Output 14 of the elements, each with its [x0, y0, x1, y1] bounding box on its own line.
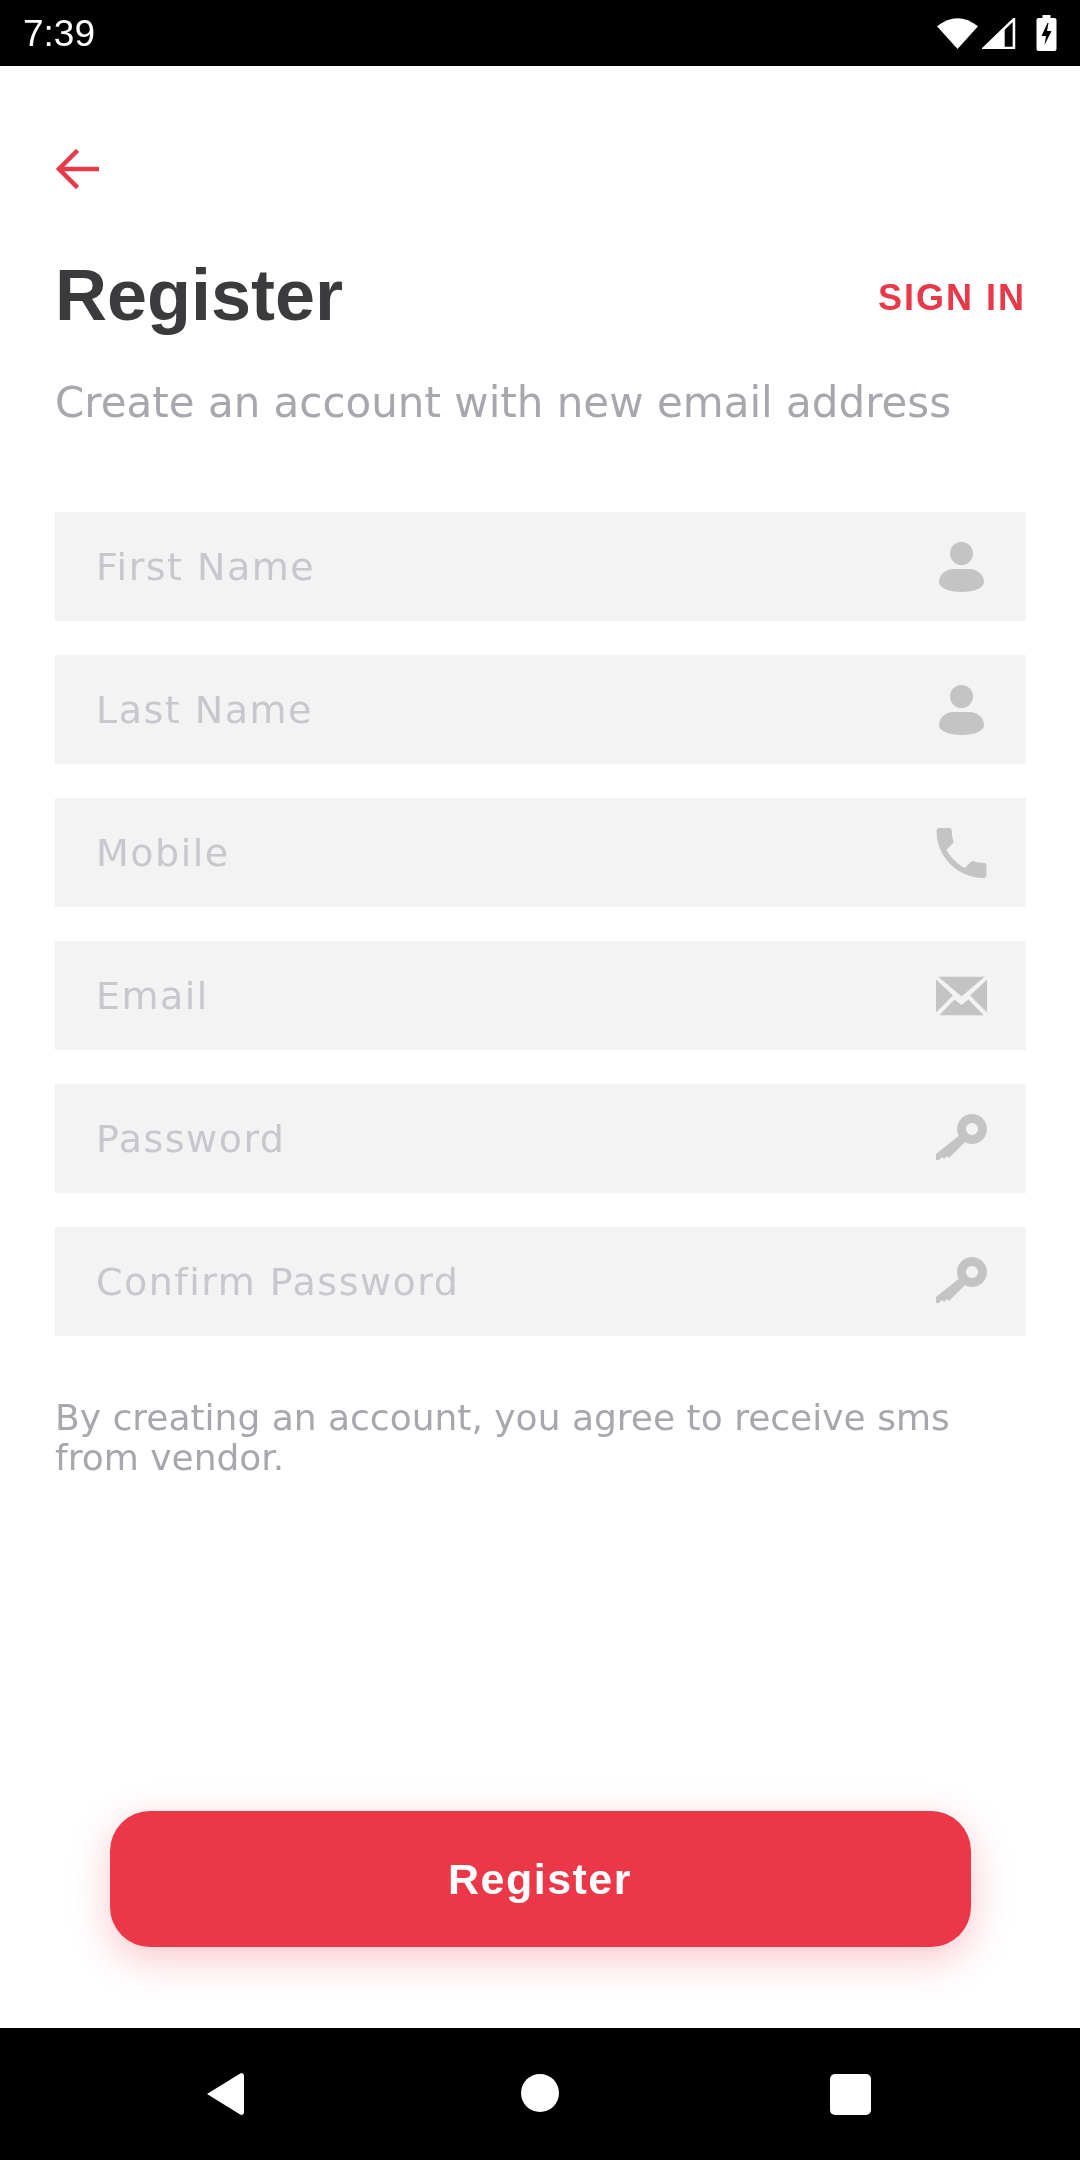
sign-in-link[interactable]: SIGN IN — [878, 280, 1026, 316]
status-time: 7:39 — [23, 14, 95, 52]
battery-charging-icon — [1036, 15, 1057, 51]
person-icon — [939, 541, 984, 592]
envelope-icon — [936, 976, 987, 1015]
person-icon — [939, 684, 984, 735]
phone-icon — [936, 827, 987, 878]
wifi-icon — [937, 17, 978, 49]
back-nav-icon[interactable] — [207, 2073, 244, 2115]
consent-notice: By creating an account, you agree to receive sms from vendor. — [55, 1398, 951, 1478]
subtitle: Create an account with new email address — [55, 382, 953, 424]
register-button[interactable]: Register — [109, 1811, 971, 1947]
signal-icon — [982, 17, 1016, 49]
home-nav-icon[interactable] — [521, 2074, 559, 2112]
